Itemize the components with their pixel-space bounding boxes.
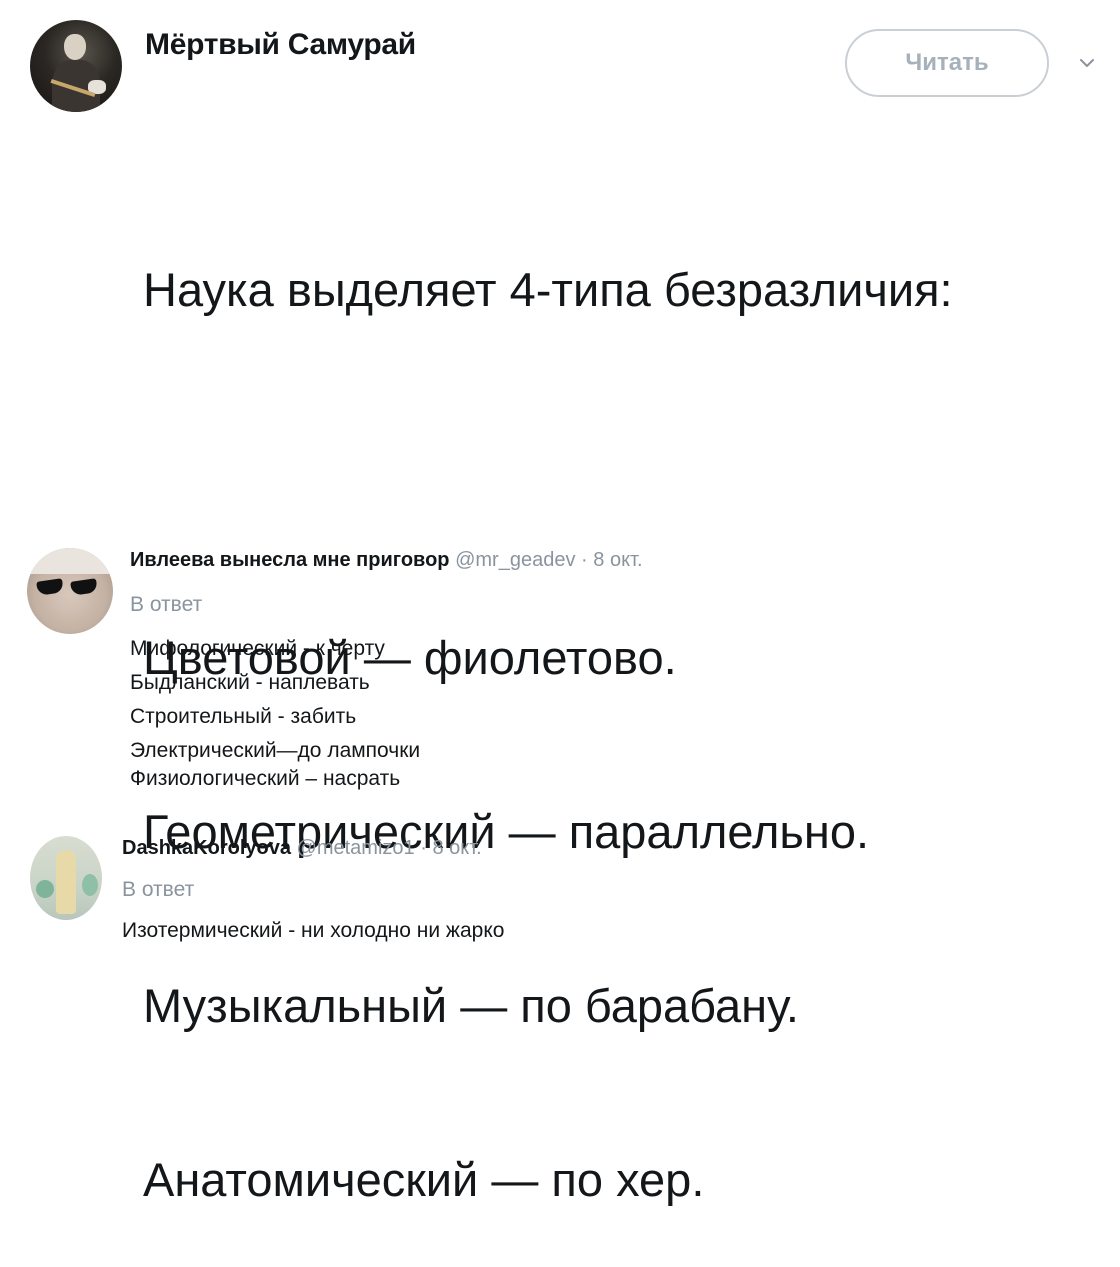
reply-author-handle[interactable]: @metamizo1 <box>297 837 415 859</box>
reply-text: Мифологический - к черту Быдланский - на… <box>130 636 420 800</box>
reply-header: Ивлеева вынесла мне приговор @mr_geadev … <box>130 549 643 572</box>
avatar-foliage <box>36 880 54 898</box>
tweet-line: Наука выделяет 4-типа безразличия: <box>143 263 953 316</box>
reply-line: Электрический—до лампочки <box>130 739 421 762</box>
reply-line: Изотермический - ни холодно ни жарко <box>122 919 505 942</box>
author-name[interactable]: Мёртвый Самурай <box>145 28 416 62</box>
tweet-paragraph-gap <box>143 435 953 513</box>
reply-line: Быдланский - наплевать <box>130 671 370 694</box>
avatar-mask <box>64 34 86 60</box>
avatar-foliage <box>82 874 98 896</box>
reply-date[interactable]: 8 окт. <box>593 549 642 571</box>
avatar-sunglasses <box>70 578 98 596</box>
separator-dot: · <box>581 549 588 571</box>
reply-avatar[interactable] <box>30 836 102 920</box>
avatar-sunglasses <box>36 578 64 596</box>
reply-line: Строительный - забить <box>130 705 357 728</box>
reply-avatar[interactable] <box>27 548 113 634</box>
reply-text: Изотермический - ни холодно ни жарко <box>122 919 504 943</box>
in-reply-label: В ответ <box>122 878 195 901</box>
reply-author-handle[interactable]: @mr_geadev <box>455 549 575 571</box>
in-reply-label: В ответ <box>130 593 203 616</box>
avatar-hair <box>27 548 113 574</box>
reply-line: Физиологический – насрать <box>130 767 401 790</box>
reply-author-name[interactable]: Ивлеева вынесла мне приговор <box>130 549 450 571</box>
avatar-figure <box>56 850 76 914</box>
chevron-down-icon[interactable] <box>1080 56 1094 70</box>
author-avatar[interactable] <box>30 20 122 112</box>
tweet-line: Анатомический — по хер. <box>143 1153 705 1206</box>
follow-button[interactable]: Читать <box>845 29 1049 97</box>
tweet-line: Музыкальный — по барабану. <box>143 979 799 1032</box>
reply-header: DashkaKorolyova @metamizo1 · 8 окт. <box>122 837 482 860</box>
reply-author-name[interactable]: DashkaKorolyova <box>122 837 291 859</box>
separator-dot: · <box>420 837 427 859</box>
reply-date[interactable]: 8 окт. <box>432 837 481 859</box>
reply-line: Мифологический - к черту <box>130 637 385 660</box>
